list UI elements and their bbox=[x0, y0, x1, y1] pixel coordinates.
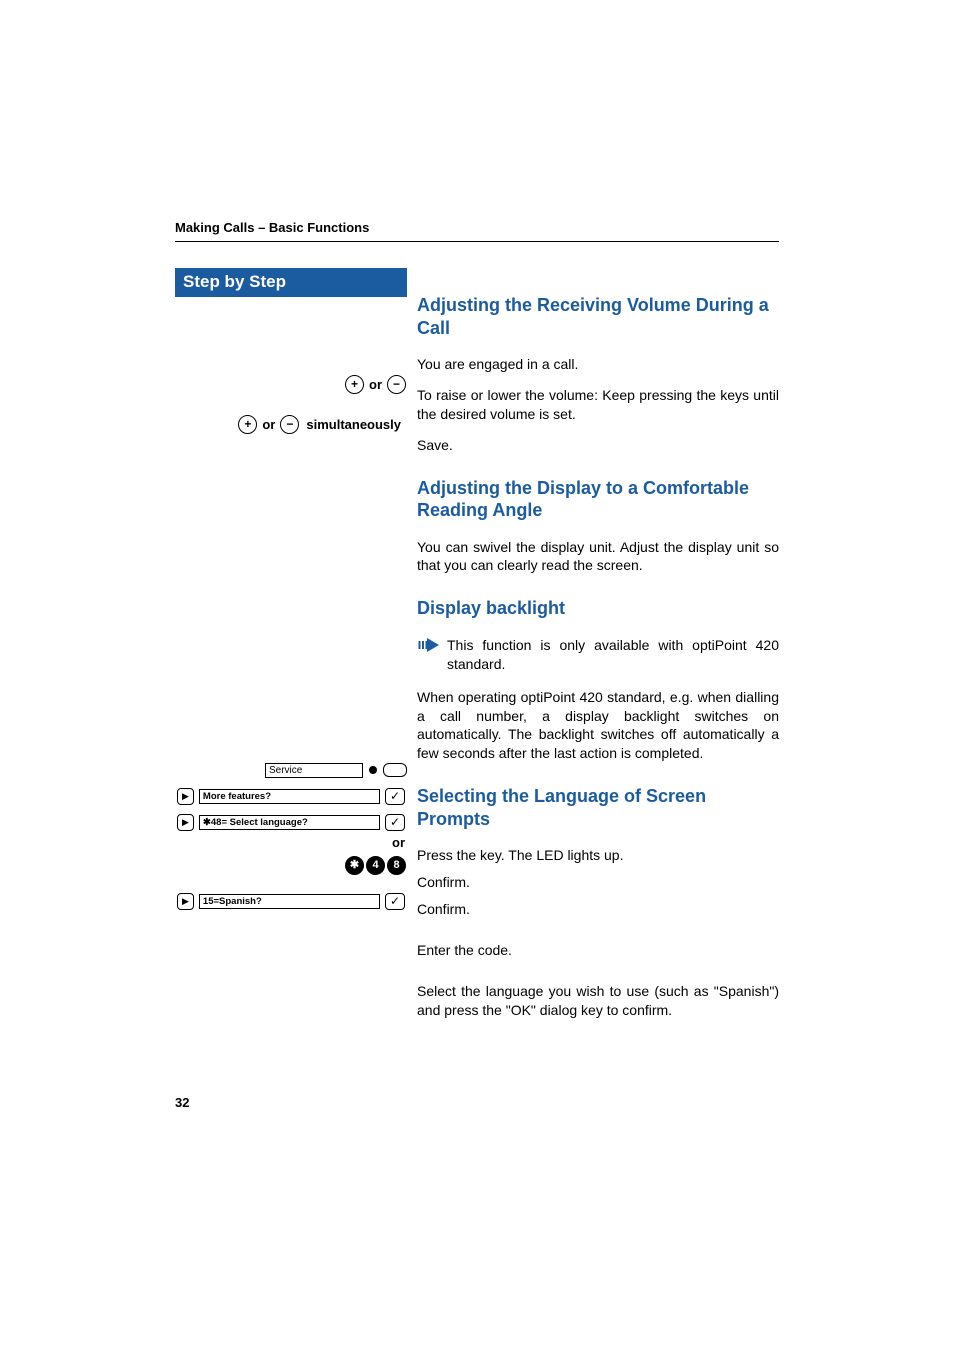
or-label: or bbox=[369, 377, 382, 392]
more-features-row: ▶ More features? ✓ bbox=[175, 785, 407, 807]
language-p2: Confirm. bbox=[417, 873, 779, 892]
running-head: Making Calls – Basic Functions bbox=[175, 220, 779, 235]
save-keys-row: + or − simultaneously bbox=[175, 413, 407, 435]
note-box: This function is only available with opt… bbox=[417, 636, 779, 674]
right-column: Adjusting the Receiving Volume During a … bbox=[407, 268, 779, 1032]
step-by-step-header: Step by Step bbox=[175, 268, 407, 297]
or-label: or bbox=[262, 417, 275, 432]
volume-p1: You are engaged in a call. bbox=[417, 355, 779, 374]
page: Making Calls – Basic Functions Step by S… bbox=[0, 0, 954, 1350]
scroll-key-icon: ▶ bbox=[177, 893, 194, 910]
feature-key-icon bbox=[383, 763, 407, 777]
service-key-label: Service bbox=[265, 763, 363, 778]
simultaneously-label: simultaneously bbox=[306, 417, 401, 432]
left-column: Step by Step + or − + or − simultaneousl… bbox=[175, 268, 407, 1032]
service-key-row: Service bbox=[175, 759, 407, 781]
page-number: 32 bbox=[175, 1095, 189, 1110]
select-language-menu-label: ✱48= Select language? bbox=[199, 815, 380, 830]
digit-8-key-icon: 8 bbox=[387, 856, 406, 875]
star-key-icon: ✱ bbox=[345, 856, 364, 875]
section-title-backlight: Display backlight bbox=[417, 597, 779, 620]
ok-key-icon: ✓ bbox=[385, 893, 405, 910]
select-language-row: ▶ ✱48= Select language? ✓ bbox=[175, 811, 407, 833]
backlight-p1: When operating optiPoint 420 standard, e… bbox=[417, 688, 779, 764]
section-title-language: Selecting the Language of Screen Prompts bbox=[417, 785, 779, 830]
led-icon bbox=[369, 766, 377, 774]
plus-key-icon: + bbox=[238, 415, 257, 434]
volume-p3: Save. bbox=[417, 436, 779, 455]
or-label: or bbox=[175, 835, 405, 850]
spanish-row: ▶ 15=Spanish? ✓ bbox=[175, 890, 407, 912]
code-keys-row: ✱ 4 8 bbox=[175, 854, 407, 876]
more-features-menu-label: More features? bbox=[199, 789, 380, 804]
volume-keys-row: + or − bbox=[175, 373, 407, 395]
backlight-note: This function is only available with opt… bbox=[447, 636, 779, 674]
star-symbol: ✱ bbox=[203, 817, 211, 828]
minus-key-icon: − bbox=[387, 375, 406, 394]
language-p1: Press the key. The LED lights up. bbox=[417, 846, 779, 865]
scroll-key-icon: ▶ bbox=[177, 788, 194, 805]
section-title-angle: Adjusting the Display to a Comfortable R… bbox=[417, 477, 779, 522]
language-p3: Confirm. bbox=[417, 900, 779, 919]
digit-4-key-icon: 4 bbox=[366, 856, 385, 875]
angle-p1: You can swivel the display unit. Adjust … bbox=[417, 538, 779, 576]
scroll-key-icon: ▶ bbox=[177, 814, 194, 831]
note-arrow-icon bbox=[417, 636, 447, 674]
section-title-volume: Adjusting the Receiving Volume During a … bbox=[417, 294, 779, 339]
plus-key-icon: + bbox=[345, 375, 364, 394]
ok-key-icon: ✓ bbox=[385, 814, 405, 831]
spanish-menu-label: 15=Spanish? bbox=[199, 894, 380, 909]
volume-p2: To raise or lower the volume: Keep press… bbox=[417, 386, 779, 424]
columns: Step by Step + or − + or − simultaneousl… bbox=[175, 268, 779, 1032]
language-p4: Enter the code. bbox=[417, 941, 779, 960]
minus-key-icon: − bbox=[280, 415, 299, 434]
language-p5: Select the language you wish to use (suc… bbox=[417, 982, 779, 1020]
header-rule bbox=[175, 241, 779, 242]
ok-key-icon: ✓ bbox=[385, 788, 405, 805]
